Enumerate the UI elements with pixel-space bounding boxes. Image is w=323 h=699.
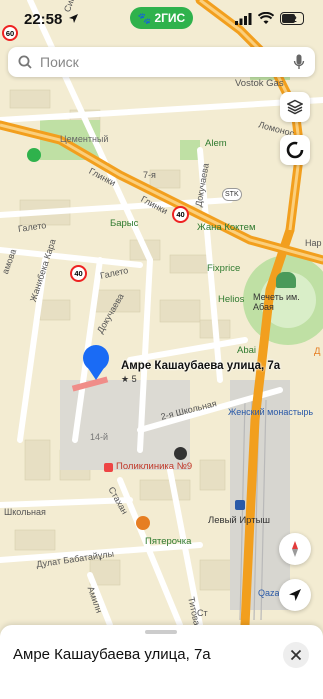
street-label: Helios: [218, 294, 245, 305]
status-time: 22:58: [24, 11, 63, 28]
brand-badge[interactable]: 🐾 2ГИС: [130, 7, 193, 29]
search-icon: [18, 55, 32, 69]
location-arrow-icon: [69, 14, 78, 23]
location-ring-button[interactable]: [280, 135, 310, 165]
street-label: Левый Иртыш: [208, 515, 271, 526]
wifi-icon: [258, 12, 274, 24]
street-label: Жана Коктем: [197, 222, 256, 233]
street-label: Д: [314, 346, 321, 357]
park-icon: [27, 148, 41, 162]
hospital-icon: [104, 463, 113, 472]
speed-camera-icon: 40: [70, 265, 87, 282]
compass-button[interactable]: [279, 533, 311, 565]
brand-logo-icon: 🐾: [137, 12, 152, 25]
my-location-icon: [289, 589, 301, 601]
compass-ring-icon: [286, 141, 304, 159]
search-bar[interactable]: [8, 47, 315, 77]
street-label: Нар: [305, 238, 322, 248]
street-label: STK: [222, 188, 242, 201]
sheet-drag-handle[interactable]: [145, 630, 177, 634]
layers-button[interactable]: [280, 92, 310, 122]
battery-icon: 42: [280, 12, 304, 25]
street-label: Цементный: [60, 134, 109, 144]
street-label: Барыс: [110, 218, 139, 229]
street-label: Поликлиника №9: [116, 461, 193, 472]
close-button[interactable]: [283, 642, 309, 668]
compass-needle-icon: [292, 541, 298, 557]
speed-camera-icon: 40: [172, 206, 189, 223]
street-label: Fixprice: [207, 263, 241, 274]
search-input[interactable]: [40, 52, 280, 72]
rail-icon: [235, 500, 245, 510]
battery-level: 42: [287, 13, 297, 24]
microphone-icon[interactable]: [293, 54, 305, 70]
mosque-icon: [276, 272, 296, 288]
close-icon: [290, 649, 302, 661]
street-label: Ст: [197, 608, 208, 618]
street-label: Школьная: [4, 507, 46, 517]
selected-place-pin[interactable]: [82, 344, 110, 385]
store-icon: [136, 516, 150, 530]
map-pin-icon: [83, 345, 109, 380]
status-bar: 22:58 🐾 2ГИС 42: [0, 0, 323, 40]
shop-icon: [174, 447, 187, 460]
street-label: Женский монастырь: [228, 407, 314, 417]
street-label: 14-й: [90, 432, 109, 442]
layers-icon: [287, 99, 303, 115]
street-label: Abai: [237, 345, 257, 356]
my-location-button[interactable]: [279, 579, 311, 611]
street-label: 7-я: [143, 170, 156, 180]
place-bottom-sheet[interactable]: Амре Кашаубаева улица, 7а: [0, 625, 323, 699]
street-label: Alem: [205, 138, 227, 149]
street-label: Пятерочка: [145, 536, 192, 547]
cellular-signal-icon: [235, 13, 252, 25]
street-label: Vostok Gas: [235, 78, 284, 89]
street-label: Мечеть им. Абая: [253, 292, 300, 312]
selected-place-label[interactable]: Амре Кашаубаева улица, 7а ★ 5: [121, 360, 280, 385]
selected-place-rating: ★ 5: [121, 374, 137, 384]
place-title: Амре Кашаубаева улица, 7а: [13, 646, 211, 663]
brand-name: 2ГИС: [154, 11, 186, 25]
selected-place-name: Амре Кашаубаева улица, 7а: [121, 360, 281, 372]
